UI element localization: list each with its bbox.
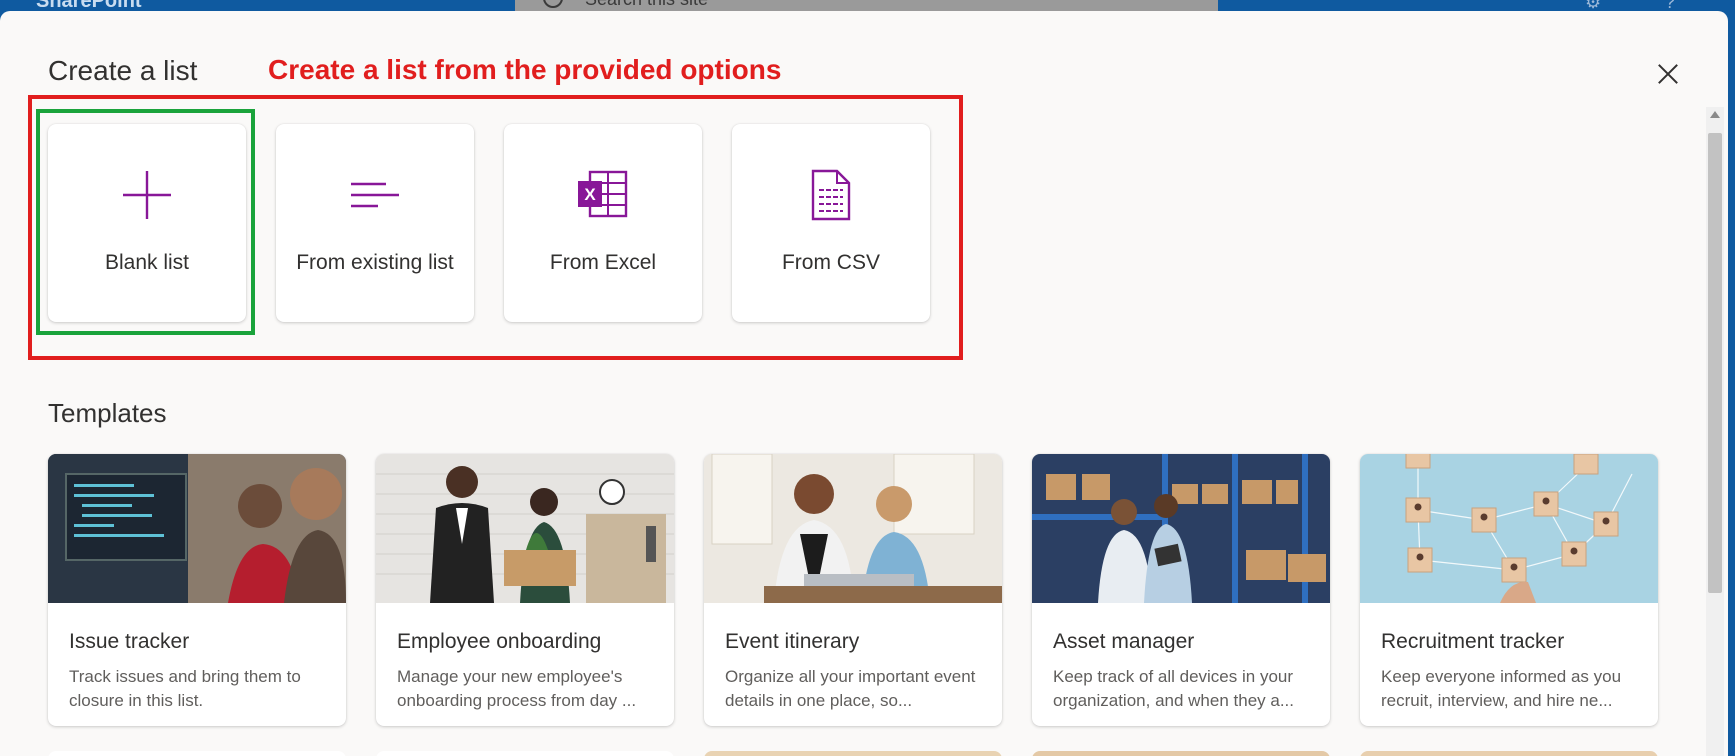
template-card-row2[interactable]: [704, 751, 1002, 756]
template-description: Organize all your important event detail…: [725, 667, 976, 710]
site-search-placeholder: Search this site: [585, 0, 708, 10]
template-card-event-itinerary[interactable]: Event itinerary Organize all your import…: [704, 454, 1002, 726]
template-description: Keep everyone informed as you recruit, i…: [1381, 667, 1622, 710]
panel-title: Create a list: [48, 55, 198, 86]
search-icon: [543, 0, 563, 8]
template-image-network: [1360, 454, 1658, 603]
panel-scrollbar[interactable]: [1706, 107, 1724, 756]
template-title: Employee onboarding: [397, 630, 602, 653]
template-card-row2[interactable]: [376, 751, 674, 756]
create-list-panel: Create a list Create a list from the pro…: [0, 11, 1728, 756]
template-title: Asset manager: [1053, 630, 1195, 653]
scrollbar-thumb[interactable]: [1708, 133, 1722, 593]
template-description: Track issues and bring them to closure i…: [69, 667, 301, 710]
template-title: Event itinerary: [725, 630, 860, 653]
templates-heading: Templates: [48, 398, 167, 428]
template-card-employee-onboarding[interactable]: Employee onboarding Manage your new empl…: [376, 454, 674, 726]
template-card-issue-tracker[interactable]: Issue tracker Track issues and bring the…: [48, 454, 346, 726]
template-card-row2[interactable]: [1032, 751, 1330, 756]
annotation-green-box: [36, 109, 255, 335]
template-card-row2[interactable]: [1360, 751, 1658, 756]
template-image-coding: [48, 454, 346, 603]
template-description: Manage your new employee's onboarding pr…: [397, 667, 637, 710]
close-icon[interactable]: [1652, 59, 1684, 91]
template-image-warehouse: [1032, 454, 1330, 603]
template-image-onboarding: [376, 454, 674, 603]
template-description: Keep track of all devices in your organi…: [1053, 667, 1294, 710]
template-title: Recruitment tracker: [1381, 630, 1565, 653]
annotation-caption: Create a list from the provided options: [268, 54, 782, 85]
template-title: Issue tracker: [69, 630, 190, 653]
template-image-event: [704, 454, 1002, 603]
template-card-recruitment-tracker[interactable]: Recruitment tracker Keep everyone inform…: [1360, 454, 1658, 726]
scroll-up-arrow-icon[interactable]: [1710, 111, 1720, 118]
template-card-asset-manager[interactable]: Asset manager Keep track of all devices …: [1032, 454, 1330, 726]
template-card-row2[interactable]: [48, 751, 346, 756]
